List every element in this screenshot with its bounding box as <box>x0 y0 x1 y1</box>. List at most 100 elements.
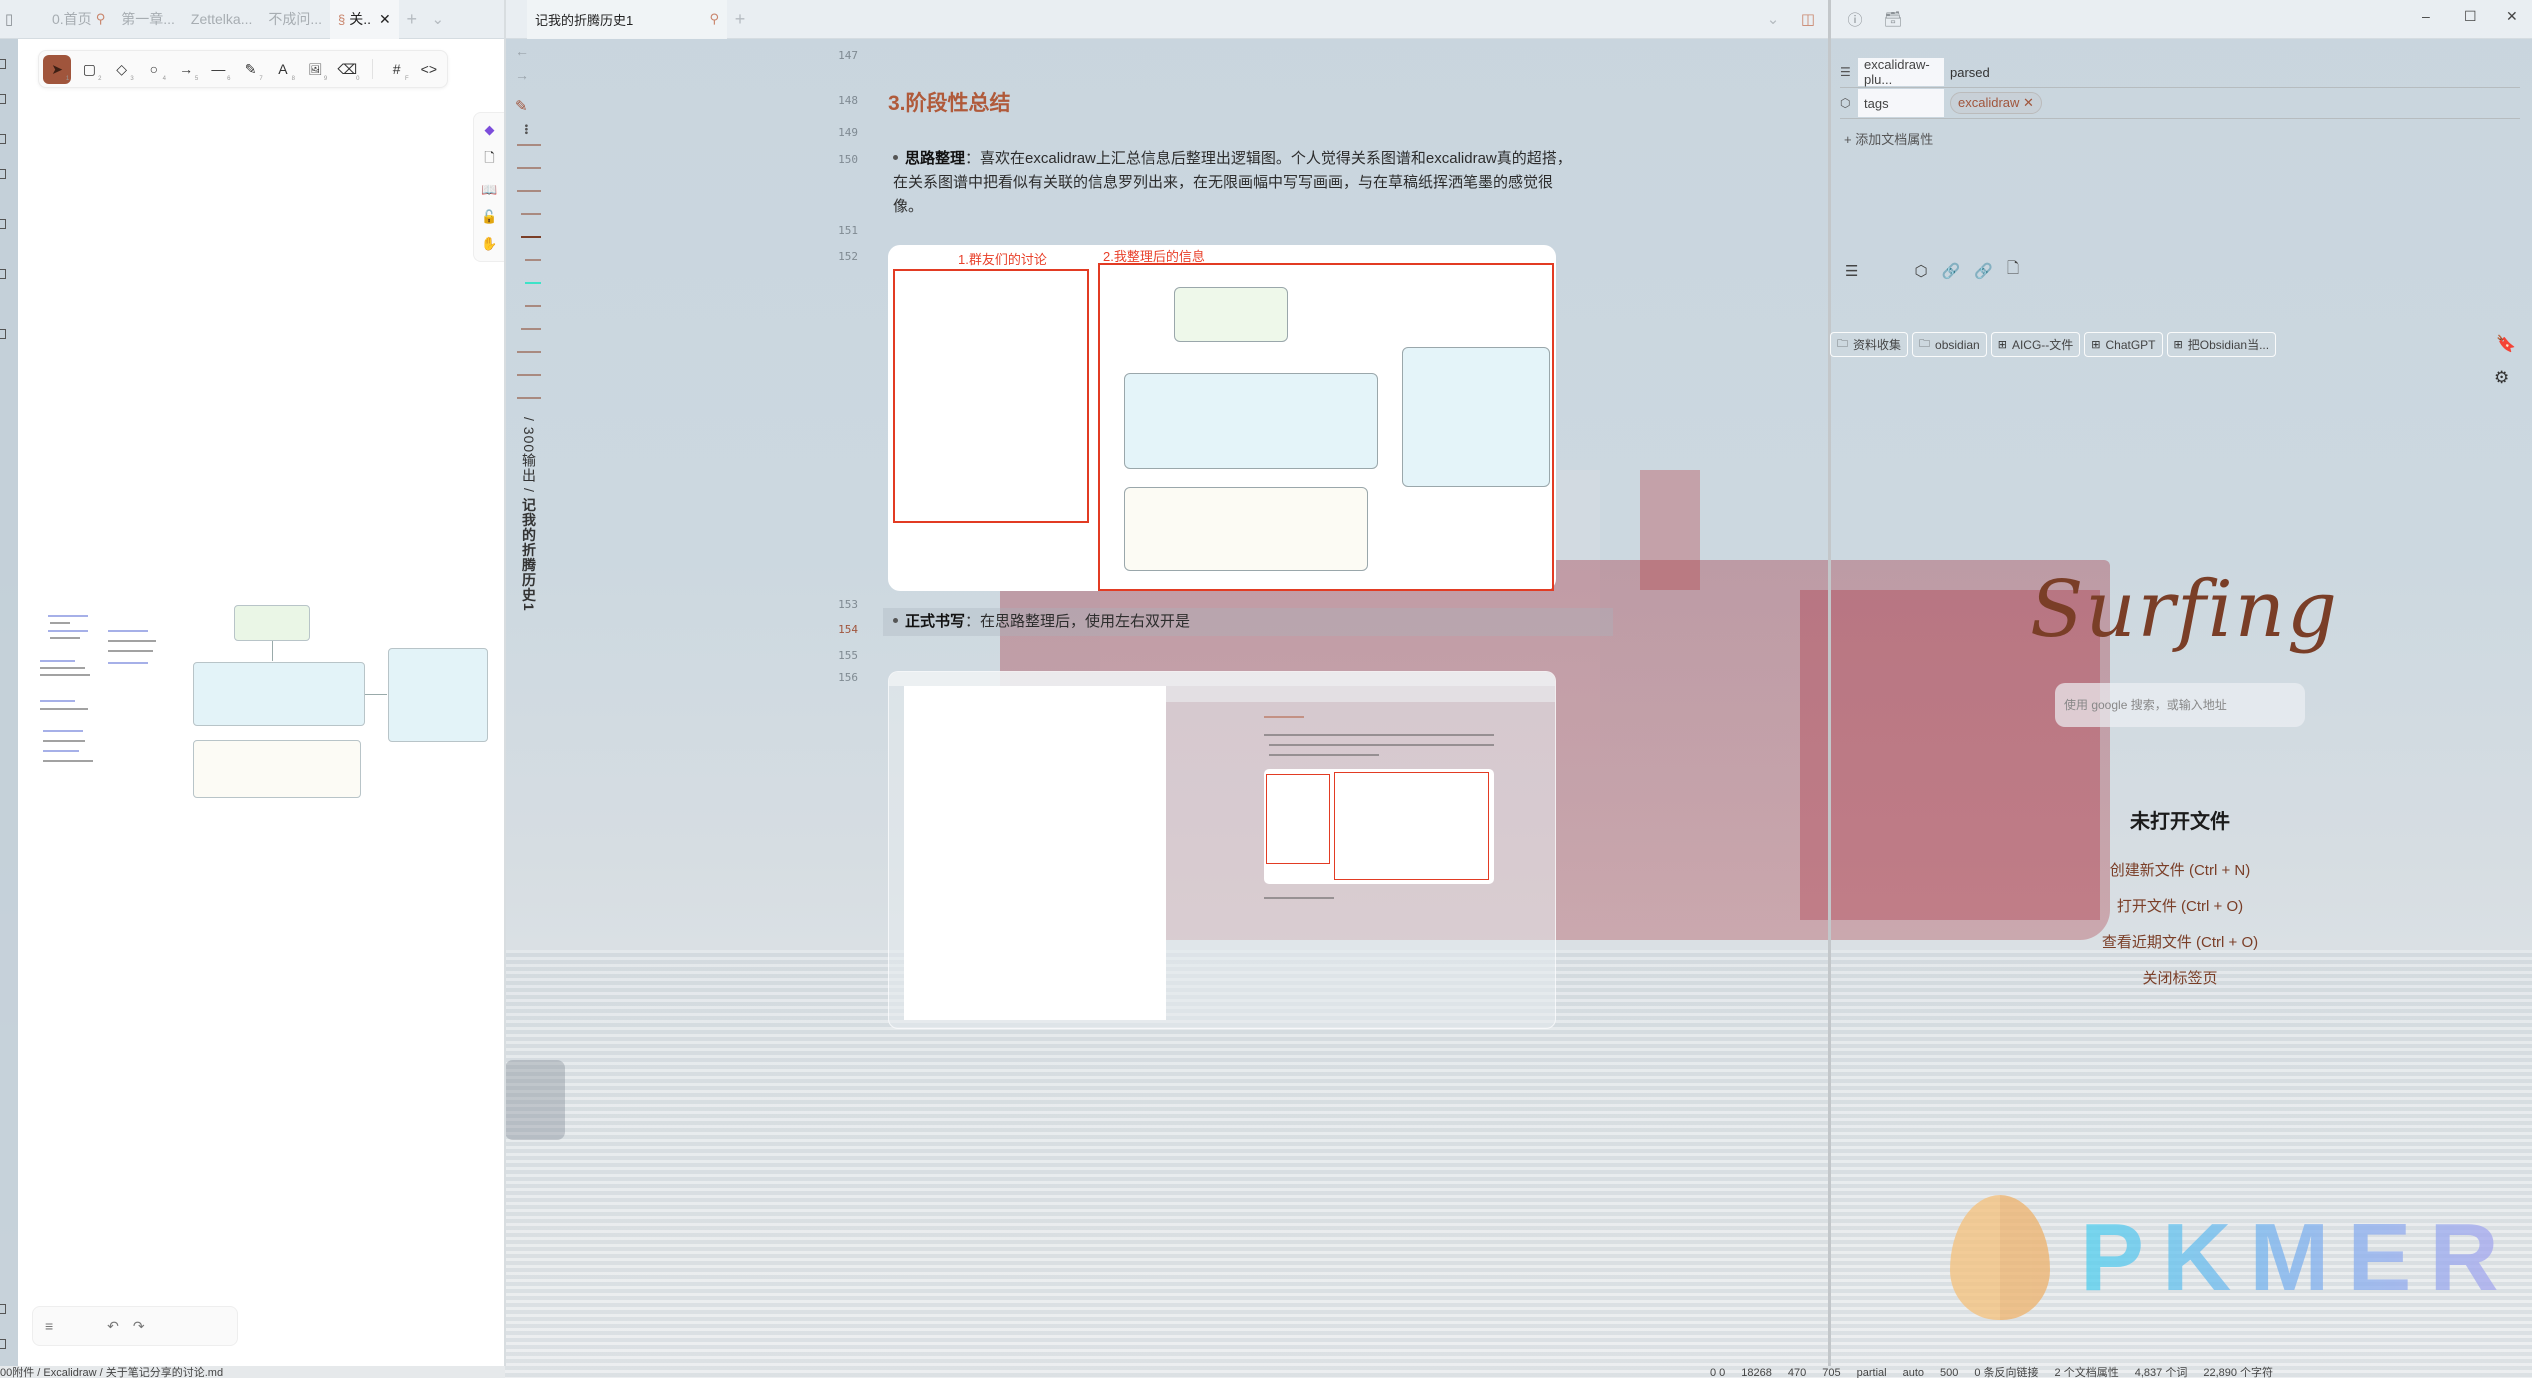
minimize-button[interactable]: – <box>2422 8 2430 24</box>
canvas-diagram[interactable] <box>38 600 488 810</box>
tab-chapter1[interactable]: 第一章... <box>113 0 183 39</box>
eraser-tool-icon[interactable]: ⌫ 0 <box>333 55 361 84</box>
gear-icon[interactable]: ⚙ <box>2494 368 2509 388</box>
embedded-screenshot[interactable] <box>888 671 1556 1029</box>
screenshot-editor-toolbar <box>1166 686 1555 702</box>
create-new-file-link[interactable]: 创建新文件 (Ctrl + N) <box>2000 860 2360 896</box>
bookmark-item[interactable]: ⊞ ChatGPT <box>2084 332 2163 357</box>
tab-question[interactable]: 不成问... <box>260 0 330 39</box>
bookmark-icon[interactable]: 🔖 <box>2496 334 2516 354</box>
line-number: 156 <box>838 671 858 684</box>
book-icon[interactable]: 📖 <box>481 182 497 198</box>
ellipse-tool-icon[interactable]: ○ 4 <box>140 55 168 84</box>
excalidraw-footer: ≡ ↶ ↷ <box>32 1306 238 1346</box>
bookmark-item[interactable]: 🗀 obsidian <box>1912 332 1987 357</box>
outline-marker[interactable] <box>517 144 541 146</box>
bookmark-item[interactable]: ⊞ 把Obsidian当... <box>2166 332 2277 357</box>
outline-icon[interactable]: ☰ <box>1845 262 1858 280</box>
image-tool-icon[interactable]: 🖼 9 <box>301 55 329 84</box>
forward-arrow-icon[interactable]: → <box>515 67 529 83</box>
new-tab-button[interactable]: + <box>727 6 753 32</box>
ribbon-icon[interactable] <box>0 329 6 339</box>
outline-marker[interactable] <box>517 351 541 353</box>
tag-icon[interactable]: ⬡ <box>1914 262 1927 280</box>
outgoing-links-icon[interactable]: 🔗 <box>1942 262 1961 280</box>
hand-icon[interactable]: ✋ <box>481 236 497 252</box>
new-file-icon[interactable]: 🗋 <box>484 149 494 171</box>
bookmark-item[interactable]: ⊞ AICG--文件 <box>1990 332 2081 357</box>
breadcrumb-file[interactable]: 记我的折腾历史1 <box>521 498 537 612</box>
selection-tool-icon[interactable]: ➤ 1 <box>43 54 72 84</box>
pane-divider[interactable] <box>1828 0 1831 1366</box>
archive-icon[interactable]: 🗃 <box>1880 6 1906 32</box>
right-sidebar-toggle-icon[interactable]: ◫ <box>1795 6 1821 32</box>
tab-home[interactable]: 0.首页 ⚲ <box>44 0 113 39</box>
arrow-tool-icon[interactable]: → 5 <box>172 55 200 84</box>
ribbon-icon[interactable] <box>0 219 6 229</box>
diamond-tool-icon[interactable]: ◇ 3 <box>108 55 136 84</box>
search-input[interactable] <box>2064 698 2305 712</box>
pencil-tool-icon[interactable]: ✎ 7 <box>237 55 265 84</box>
markdown-editor[interactable]: 147 148 3.阶段性总结 149 150 思路整理：喜欢在excalidr… <box>543 39 1828 1366</box>
frame-tool-icon[interactable]: # F <box>382 55 410 84</box>
tab-note[interactable]: 记我的折腾历史1 ⚲ <box>527 0 727 39</box>
outline-marker[interactable] <box>525 259 541 261</box>
menu-icon[interactable]: ≡ <box>45 1318 53 1334</box>
tag-pill[interactable]: excalidraw ✕ <box>1950 92 2042 114</box>
screenshot-tabbar <box>889 672 1555 686</box>
back-arrow-icon[interactable]: ← <box>515 43 529 59</box>
obsidian-icon[interactable]: ◆ <box>485 122 495 138</box>
ribbon-icon[interactable] <box>0 169 6 179</box>
tab-list-chevron-icon[interactable]: ⌄ <box>1760 6 1786 32</box>
embed-tool-icon[interactable]: <> <box>415 55 443 84</box>
bookmark-item[interactable]: 🗀 资料收集 <box>1830 332 1909 357</box>
file-icon[interactable]: 🗋 <box>2007 258 2019 283</box>
sidebar-toggle-icon[interactable]: ▯ <box>0 6 18 32</box>
outline-marker-active[interactable] <box>521 236 541 238</box>
outline-marker[interactable] <box>517 374 541 376</box>
ribbon-icon[interactable] <box>0 59 6 69</box>
breadcrumb-folder[interactable]: / 300输出 / <box>521 417 537 493</box>
remove-tag-icon[interactable]: ✕ <box>2023 95 2034 110</box>
new-tab-button[interactable]: + <box>399 6 425 32</box>
ribbon-icon[interactable] <box>0 1339 6 1349</box>
more-options-icon[interactable]: ••• <box>520 124 531 135</box>
info-icon[interactable]: ⓘ <box>1842 6 1868 32</box>
outline-marker[interactable] <box>517 397 541 399</box>
outline-marker[interactable] <box>517 190 541 192</box>
text-tool-icon[interactable]: A8 <box>269 55 297 84</box>
edit-mode-icon[interactable]: ✎ <box>515 97 528 115</box>
outline-marker-current[interactable] <box>525 282 541 284</box>
property-key[interactable]: excalidraw-plu... <box>1858 57 1944 87</box>
property-key[interactable]: tags <box>1858 89 1944 117</box>
rectangle-tool-icon[interactable]: ▢ 2 <box>75 55 103 84</box>
line-tool-icon[interactable]: —6 <box>204 55 232 84</box>
close-window-button[interactable]: ✕ <box>2506 8 2518 25</box>
undo-icon[interactable]: ↶ <box>107 1318 119 1335</box>
add-property-button[interactable]: + 添加文档属性 <box>1844 129 2520 148</box>
tool-glyph: 🖼 <box>308 63 323 76</box>
property-value[interactable]: parsed <box>1950 65 1990 80</box>
ribbon-icon[interactable] <box>0 269 6 279</box>
outline-marker[interactable] <box>521 213 541 215</box>
recent-files-link[interactable]: 查看近期文件 (Ctrl + O) <box>2000 932 2360 968</box>
close-tab-link[interactable]: 关闭标签页 <box>2000 968 2360 1004</box>
redo-icon[interactable]: ↷ <box>133 1318 145 1335</box>
ribbon-icon[interactable] <box>0 134 6 144</box>
embedded-excalidraw-image[interactable]: 1.群友们的讨论 2.我整理后的信息 <box>888 245 1556 591</box>
ribbon-icon[interactable] <box>0 94 6 104</box>
pin-icon[interactable]: ⚲ <box>709 11 719 27</box>
ribbon-icon[interactable] <box>0 1304 6 1314</box>
outline-marker[interactable] <box>517 167 541 169</box>
backlinks-icon[interactable]: 🔗 <box>1974 262 1993 280</box>
maximize-button[interactable]: ☐ <box>2464 8 2477 25</box>
open-file-link[interactable]: 打开文件 (Ctrl + O) <box>2000 896 2360 932</box>
lock-icon[interactable]: 🔓 <box>481 209 497 225</box>
close-tab-icon[interactable]: ✕ <box>379 11 391 28</box>
outline-marker[interactable] <box>525 305 541 307</box>
tab-list-chevron-icon[interactable]: ⌄ <box>425 6 451 32</box>
tab-active-note[interactable]: § 关.. ✕ <box>330 0 399 39</box>
tab-zettelkasten[interactable]: Zettelka... <box>183 0 260 39</box>
surfing-search-box[interactable] <box>2055 683 2305 727</box>
outline-marker[interactable] <box>521 328 541 330</box>
